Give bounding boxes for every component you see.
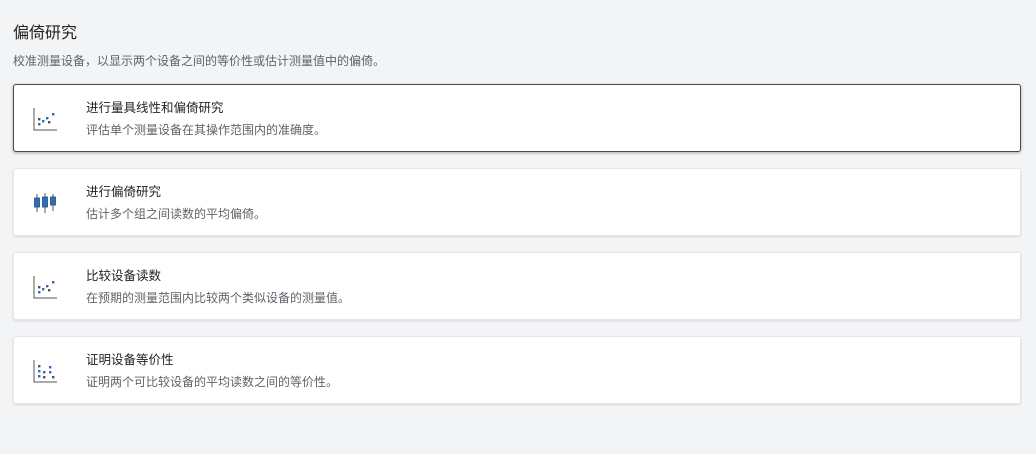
scatter-plot-icon: [32, 106, 58, 132]
option-title: 比较设备读数: [86, 268, 162, 283]
option-description: 在预期的测量范围内比较两个类似设备的测量值。: [86, 291, 351, 305]
option-list: 进行量具线性和偏倚研究 评估单个测量设备在其操作范围内的准确度。 进行偏倚研究 …: [13, 84, 1021, 420]
page-subtitle: 校准测量设备，以显示两个设备之间的等价性或估计测量值中的偏倚。: [13, 54, 386, 68]
candlestick-chart-icon: [32, 190, 58, 216]
dot-plot-icon: [32, 358, 58, 384]
bias-study-page: 偏倚研究 校准测量设备，以显示两个设备之间的等价性或估计测量值中的偏倚。 进行量…: [0, 0, 1036, 454]
option-title: 进行偏倚研究: [86, 184, 162, 199]
option-card-equivalence[interactable]: 证明设备等价性 证明两个可比较设备的平均读数之间的等价性。: [13, 336, 1021, 404]
option-description: 估计多个组之间读数的平均偏倚。: [86, 207, 267, 221]
option-description: 证明两个可比较设备的平均读数之间的等价性。: [86, 375, 339, 389]
option-card-compare-readings[interactable]: 比较设备读数 在预期的测量范围内比较两个类似设备的测量值。: [13, 252, 1021, 320]
page-title: 偏倚研究: [13, 23, 78, 42]
option-card-linearity-bias[interactable]: 进行量具线性和偏倚研究 评估单个测量设备在其操作范围内的准确度。: [13, 84, 1021, 152]
option-card-bias-study[interactable]: 进行偏倚研究 估计多个组之间读数的平均偏倚。: [13, 168, 1021, 236]
option-title: 进行量具线性和偏倚研究: [86, 100, 224, 115]
option-title: 证明设备等价性: [86, 352, 174, 367]
scatter-plot-icon: [32, 274, 58, 300]
option-description: 评估单个测量设备在其操作范围内的准确度。: [86, 123, 327, 137]
